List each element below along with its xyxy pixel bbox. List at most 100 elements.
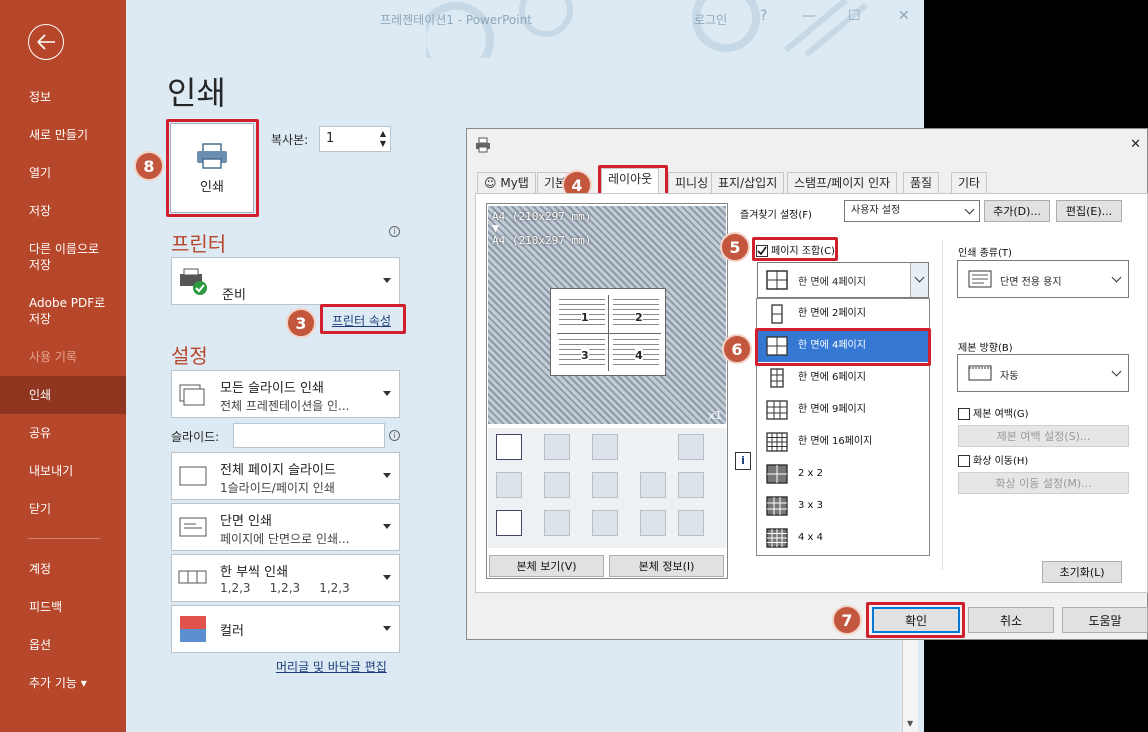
slides-icon bbox=[179, 384, 205, 406]
binding-combo[interactable]: 자동 bbox=[957, 354, 1129, 392]
cancel-button[interactable]: 취소 bbox=[968, 607, 1054, 633]
step-badge-8: 8 bbox=[134, 151, 164, 181]
collate-title: 한 부씩 인쇄 bbox=[220, 565, 289, 580]
highlight-ok bbox=[866, 602, 965, 638]
nav-new[interactable]: 새로 만들기 bbox=[0, 127, 126, 143]
login-link[interactable]: 로그인 bbox=[694, 11, 727, 28]
shift-settings-button[interactable]: 화상 이동 설정(M)... bbox=[958, 472, 1129, 494]
tab-cover[interactable]: 표지/삽입지 bbox=[711, 172, 785, 194]
duplex-tool-icon[interactable] bbox=[592, 434, 618, 460]
combine-combo[interactable]: 한 면에 4페이지 bbox=[757, 262, 929, 298]
option-6-per-page[interactable]: 한 면에 6페이지 bbox=[758, 362, 930, 394]
favorites-edit-button[interactable]: 편집(E)... bbox=[1056, 200, 1122, 222]
nav-options[interactable]: 옵션 bbox=[0, 637, 126, 653]
document-tool-icon[interactable] bbox=[640, 472, 666, 498]
view-info-button[interactable]: 본체 정보(I) bbox=[609, 555, 724, 577]
layout-desc: 1슬라이드/페이지 인쇄 bbox=[220, 481, 335, 495]
layout-dropdown[interactable]: 전체 페이지 슬라이드 1슬라이드/페이지 인쇄 bbox=[171, 452, 400, 500]
nav-info[interactable]: 정보 bbox=[0, 89, 126, 105]
nav-save-pdf[interactable]: Adobe PDF로 저장 bbox=[0, 295, 126, 327]
preview-copies: x1 bbox=[708, 409, 722, 422]
sides-dropdown[interactable]: 단면 인쇄 페이지에 단면으로 인쇄... bbox=[171, 503, 400, 551]
option-9-per-page[interactable]: 한 면에 9페이지 bbox=[758, 394, 930, 426]
reset-button[interactable]: 초기화(L) bbox=[1042, 561, 1122, 583]
rotate-tool-icon[interactable] bbox=[678, 434, 704, 460]
option-3x3[interactable]: 3 x 3 bbox=[758, 490, 930, 522]
combine-tool-icon[interactable] bbox=[496, 434, 522, 460]
maximize-button[interactable]: ☐ bbox=[848, 8, 861, 24]
print-type-combo[interactable]: 단면 전용 용지 bbox=[957, 260, 1129, 298]
scroll-down-icon[interactable]: ▼ bbox=[907, 719, 913, 728]
option-16-per-page[interactable]: 한 면에 16페이지 bbox=[758, 426, 930, 458]
tab-quality[interactable]: 품질 bbox=[903, 172, 940, 194]
header-footer-link[interactable]: 머리글 및 바닥글 편집 bbox=[276, 658, 387, 675]
option-2-per-page[interactable]: 한 면에 2페이지 bbox=[758, 298, 930, 330]
highlight-4-per-page bbox=[755, 328, 931, 366]
combo-button[interactable] bbox=[910, 263, 928, 297]
chevron-down-icon bbox=[1111, 272, 1122, 283]
page-num-3: 3 bbox=[581, 349, 589, 362]
nav-close[interactable]: 닫기 bbox=[0, 501, 126, 517]
dialog-close-button[interactable]: ✕ bbox=[1130, 137, 1141, 152]
group-tool-icon[interactable] bbox=[592, 510, 618, 536]
form-tool-icon[interactable] bbox=[496, 510, 522, 536]
info-icon[interactable]: i bbox=[389, 430, 400, 441]
user-tool-icon[interactable] bbox=[544, 510, 570, 536]
nav-save-as[interactable]: 다른 이름으로 저장 bbox=[0, 241, 126, 273]
slides-input[interactable] bbox=[233, 423, 385, 448]
tab-stamp[interactable]: 스탬프/페이지 인자 bbox=[787, 172, 898, 194]
margin-settings-button[interactable]: 제본 여백 설정(S)... bbox=[958, 425, 1129, 447]
option-4x4[interactable]: 4 x 4 bbox=[758, 522, 930, 554]
nav-open[interactable]: 열기 bbox=[0, 165, 126, 181]
nav-print[interactable]: 인쇄 bbox=[0, 376, 126, 414]
option-2x2[interactable]: 2 x 2 bbox=[758, 458, 930, 490]
tab-other[interactable]: 기타 bbox=[951, 172, 988, 194]
favorites-combo[interactable]: 사용자 설정 bbox=[844, 200, 980, 222]
nav-save[interactable]: 저장 bbox=[0, 203, 126, 219]
multi-page-tool-icon[interactable] bbox=[544, 472, 570, 498]
printer-dropdown[interactable]: 준비 bbox=[171, 257, 400, 305]
copies-input[interactable]: 1 ▲ ▼ bbox=[319, 126, 391, 152]
step-badge-7: 7 bbox=[832, 605, 862, 635]
secure-tool-icon[interactable] bbox=[678, 472, 704, 498]
tab-finishing-label: 피니싱 bbox=[675, 176, 709, 190]
option-label: 한 면에 2페이지 bbox=[798, 308, 866, 319]
back-arrow-icon bbox=[37, 34, 55, 50]
tab-my[interactable]: ☺ My탭 bbox=[477, 172, 536, 194]
info-balloon-icon[interactable]: i bbox=[735, 452, 751, 470]
print-log-tool-icon[interactable] bbox=[678, 510, 704, 536]
chevron-down-icon bbox=[1111, 366, 1122, 377]
color-dropdown[interactable]: 컬러 bbox=[171, 605, 400, 653]
option-label: 4 x 4 bbox=[798, 532, 823, 543]
nav-feedback[interactable]: 피드백 bbox=[0, 599, 126, 615]
print-range-dropdown[interactable]: 모든 슬라이드 인쇄 전체 프레젠테이션을 인... bbox=[171, 370, 400, 418]
close-button[interactable]: ✕ bbox=[898, 8, 910, 24]
schedule-tool-icon[interactable] bbox=[640, 510, 666, 536]
grid-2x2-icon bbox=[766, 270, 788, 290]
chevron-down-icon bbox=[383, 473, 391, 478]
dialog-help-button[interactable]: 도움말 bbox=[1062, 607, 1148, 633]
back-button[interactable] bbox=[28, 24, 64, 60]
spin-down-icon[interactable]: ▼ bbox=[380, 139, 386, 148]
info-icon[interactable]: i bbox=[389, 226, 400, 237]
spin-up-icon[interactable]: ▲ bbox=[380, 129, 386, 138]
nav-share[interactable]: 공유 bbox=[0, 425, 126, 441]
nav-account[interactable]: 계정 bbox=[0, 561, 126, 577]
option-label: 2 x 2 bbox=[798, 468, 823, 479]
nav-addins[interactable]: 추가 기능 ▾ bbox=[0, 675, 126, 691]
favorites-add-button[interactable]: 추가(D)... bbox=[984, 200, 1050, 222]
collate-dropdown[interactable]: 한 부씩 인쇄 1,2,3 1,2,3 1,2,3 bbox=[171, 554, 400, 602]
booklet-tool-icon[interactable] bbox=[496, 472, 522, 498]
help-icon[interactable]: ? bbox=[760, 8, 767, 24]
font-tool-icon[interactable] bbox=[592, 472, 618, 498]
shift-checkbox[interactable]: 화상 이동(H) bbox=[958, 452, 1028, 467]
margin-checkbox[interactable]: 제본 여백(G) bbox=[958, 405, 1029, 420]
nav-export[interactable]: 내보내기 bbox=[0, 463, 126, 479]
color-icon bbox=[180, 616, 206, 642]
tab-other-label: 기타 bbox=[958, 176, 981, 190]
poster-tool-icon[interactable] bbox=[544, 434, 570, 460]
tab-finishing[interactable]: 피니싱 bbox=[668, 172, 716, 194]
window-title: 프레젠테이션1 - PowerPoint bbox=[380, 13, 532, 27]
minimize-button[interactable]: — bbox=[802, 8, 816, 24]
view-paper-button[interactable]: 본체 보기(V) bbox=[489, 555, 604, 577]
